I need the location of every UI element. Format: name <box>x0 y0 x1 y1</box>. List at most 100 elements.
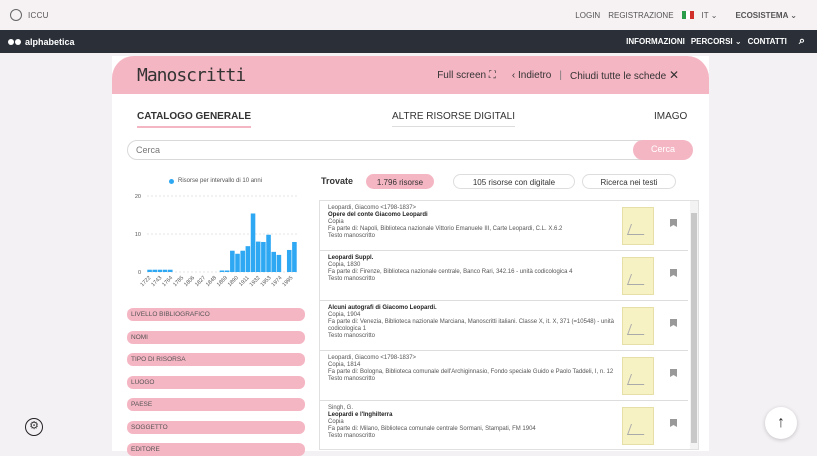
histogram-bar[interactable] <box>261 241 266 272</box>
nav-contatti[interactable]: CONTATTI <box>748 37 787 46</box>
histogram-bar[interactable] <box>271 251 277 272</box>
chevron-left-icon: ‹ <box>511 69 516 81</box>
histogram-bar[interactable] <box>147 269 152 272</box>
result-l2: Copia <box>328 219 344 225</box>
y-tick-label: 0 <box>138 270 141 276</box>
accessibility-settings-icon[interactable]: ⚙ <box>25 418 43 436</box>
histogram-bar[interactable] <box>292 241 297 272</box>
panel-header: Manoscritti Full screen ⛶ ‹ Indietro | C… <box>112 56 709 94</box>
result-item[interactable]: Alcuni autografi di Giacomo Leopardi. Cop… <box>320 301 688 351</box>
result-l3: Fa parte di: Napoli, Biblioteca nazional… <box>328 226 563 232</box>
results-scrollbar[interactable] <box>690 201 698 449</box>
histogram-bar[interactable] <box>245 246 251 272</box>
bookmark-icon[interactable] <box>670 219 677 227</box>
histogram-bar[interactable] <box>235 253 240 272</box>
close-all-button[interactable]: Chiudi tutte le schede ✕ <box>570 68 679 82</box>
result-thumbnail[interactable] <box>622 207 654 245</box>
facet-filter[interactable]: TIPO DI RISORSA <box>127 353 305 366</box>
result-item[interactable]: Leopardi Suppl. Copia, 1830 Fa parte di: F… <box>320 251 688 301</box>
bookmark-icon[interactable] <box>670 269 677 277</box>
histogram-bar[interactable] <box>162 269 168 272</box>
chevron-down-icon: ⌄ <box>734 37 742 46</box>
iccu-logo-icon[interactable] <box>10 9 22 21</box>
histogram-bar[interactable] <box>276 254 282 272</box>
x-tick-label: 1806 <box>183 275 196 288</box>
result-l3: Fa parte di: Venezia, Biblioteca naziona… <box>328 319 614 332</box>
bookmark-icon[interactable] <box>670 319 677 327</box>
facet-filter[interactable]: LIVELLO BIBLIOGRAFICO <box>127 308 305 321</box>
scrollbar-thumb[interactable] <box>691 213 697 443</box>
result-item[interactable]: Leopardi, Giacomo <1798-1837> Copia, 1814… <box>320 351 688 401</box>
language-selector[interactable]: IT ⌄ <box>702 11 718 20</box>
histogram-bar[interactable] <box>230 250 235 272</box>
histogram-bar[interactable] <box>167 269 173 272</box>
nav-percorsi-label: PERCORSI <box>690 37 733 46</box>
x-tick-label: 1890 <box>227 275 240 288</box>
histogram-bar[interactable] <box>219 270 225 272</box>
histogram-bar[interactable] <box>152 269 158 272</box>
nav-informazioni[interactable]: INFORMAZIONI <box>626 37 685 46</box>
back-button[interactable]: ‹ Indietro <box>512 70 551 81</box>
tab-altre-risorse[interactable]: ALTRE RISORSE DIGITALI <box>392 111 515 127</box>
result-thumbnail[interactable] <box>622 357 654 395</box>
result-l4: Testo manoscritto <box>328 233 376 239</box>
y-tick-label: 20 <box>135 194 141 200</box>
fullscreen-label: Full screen <box>437 69 487 81</box>
alphabetica-logo[interactable]: alphabetica <box>8 37 75 47</box>
tab-imago[interactable]: IMAGO <box>654 111 687 126</box>
search-icon[interactable]: ⌕ <box>799 35 805 48</box>
result-item[interactable]: Singh, G. Leopardi e l'Inghilterra Copia Fa… <box>320 401 688 449</box>
manuscripts-panel: Manoscritti Full screen ⛶ ‹ Indietro | C… <box>112 56 709 456</box>
result-l4: Testo manoscritto <box>328 333 376 339</box>
result-thumbnail[interactable] <box>622 407 654 445</box>
histogram-bar[interactable] <box>240 250 245 272</box>
result-l2: Copia <box>328 419 344 425</box>
result-l2: Copia, 1830 <box>328 262 361 268</box>
ecosistema-menu[interactable]: ECOSISTEMA ⌄ <box>735 11 797 20</box>
histogram-bar[interactable] <box>224 270 230 272</box>
histogram-bar[interactable] <box>250 213 256 272</box>
histogram-bar[interactable] <box>157 269 163 272</box>
result-title: Leopardi Suppl. <box>328 255 374 261</box>
histogram-bar[interactable] <box>286 249 292 272</box>
chevron-down-icon: ⌄ <box>710 10 718 20</box>
result-thumbnail[interactable] <box>622 257 654 295</box>
bookmark-icon[interactable] <box>670 369 677 377</box>
register-link[interactable]: REGISTRAZIONE <box>608 11 673 20</box>
fullscreen-button[interactable]: Full screen ⛶ <box>437 70 496 81</box>
result-l1: Leopardi, Giacomo <1798-1837> <box>328 355 417 361</box>
search-button[interactable]: Cerca <box>633 140 693 160</box>
result-title: Leopardi e l'Inghilterra <box>328 412 393 418</box>
histogram-bar[interactable] <box>255 241 261 272</box>
histogram-svg: 0 10 20 17221743176417851806182718481869189… <box>135 194 297 288</box>
iccu-brand[interactable]: ICCU <box>28 11 49 20</box>
pill-all-resources[interactable]: 1.796 risorse <box>366 174 434 189</box>
brand-label: alphabetica <box>25 36 75 47</box>
back-label: Indietro <box>518 69 552 81</box>
panel-title: Manoscritti <box>137 64 246 86</box>
search-input[interactable]: Cerca <box>127 140 692 160</box>
bookmark-icon[interactable] <box>670 419 677 427</box>
close-all-label: Chiudi tutte le schede <box>569 71 667 82</box>
login-link[interactable]: LOGIN <box>575 11 600 20</box>
pill-digital-resources[interactable]: 105 risorse con digitale <box>453 174 575 189</box>
x-tick-label: 1932 <box>249 275 262 288</box>
facet-filter[interactable]: PAESE <box>127 398 305 411</box>
facet-filter[interactable]: SOGGETTO <box>127 420 305 434</box>
nav-percorsi[interactable]: PERCORSI ⌄ <box>691 37 742 46</box>
result-item[interactable]: Leopardi, Giacomo <1798-1837> Opere del c… <box>320 201 688 251</box>
result-l4: Testo manoscritto <box>328 276 376 282</box>
histogram-bar[interactable] <box>266 234 271 272</box>
y-tick-label: 10 <box>135 232 141 238</box>
result-thumbnail[interactable] <box>622 307 654 345</box>
facet-filter[interactable]: EDITORE <box>127 443 305 456</box>
pill-text-search[interactable]: Ricerca nei testi <box>582 174 676 189</box>
tab-catalogo-generale[interactable]: CATALOGO GENERALE <box>137 111 252 128</box>
result-l3: Fa parte di: Milano, Biblioteca comunale… <box>328 426 536 432</box>
top-bar: ICCU LOGIN REGISTRAZIONE IT ⌄ ECOSISTEMA… <box>0 0 817 30</box>
facet-filter[interactable]: NOMI <box>127 330 305 344</box>
facet-filter[interactable]: LUOGO <box>127 375 305 389</box>
result-l2: Copia, 1904 <box>328 312 361 318</box>
result-title: Opere del conte Giacomo Leopardi <box>328 212 428 218</box>
back-to-top-button[interactable]: ↑ <box>765 407 797 439</box>
